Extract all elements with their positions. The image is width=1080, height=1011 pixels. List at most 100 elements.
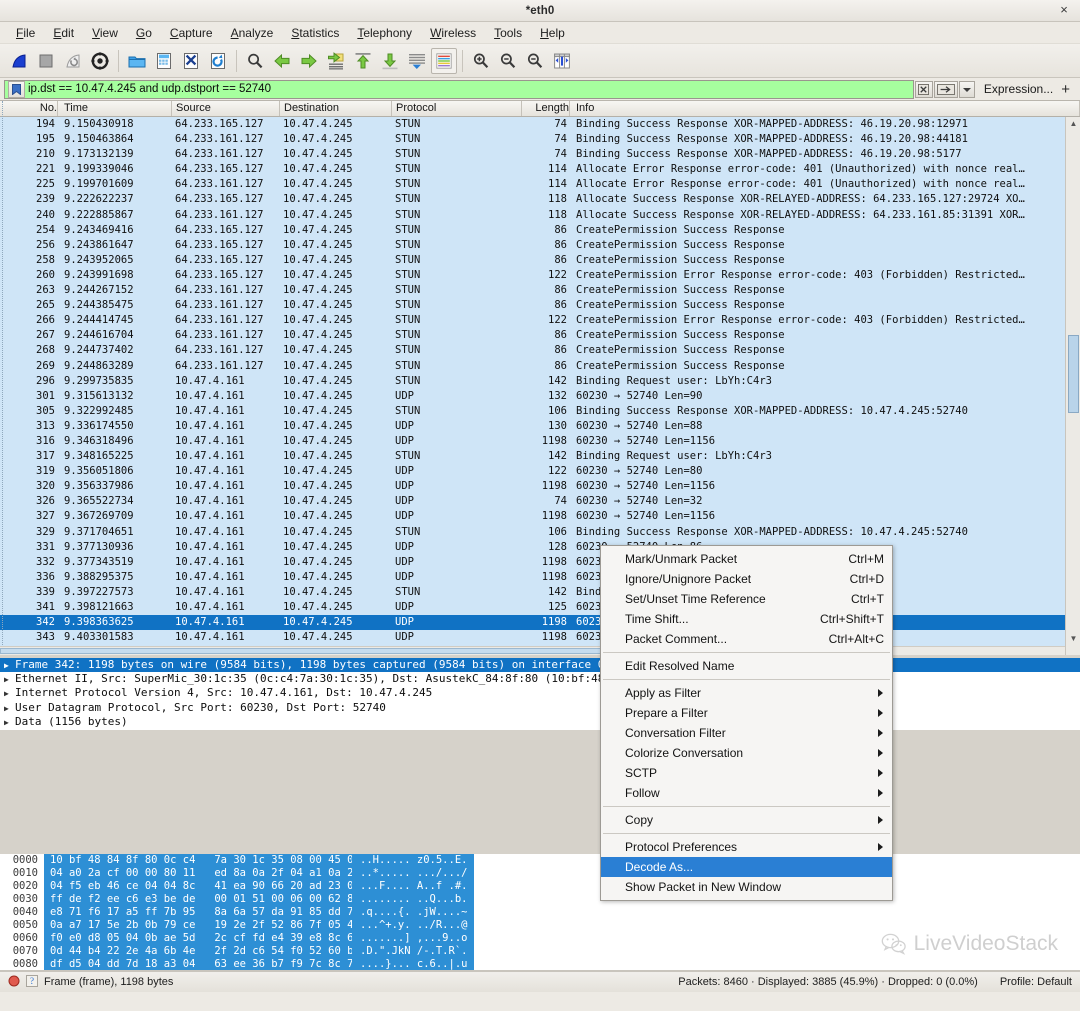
close-file-icon[interactable] — [178, 48, 204, 74]
clear-filter-icon[interactable] — [914, 80, 933, 98]
hexdump-row[interactable]: 0020 04 f5 eb 46 ce 04 04 8c 41 ea 90 66 … — [0, 880, 1080, 893]
scrollbar-thumb[interactable] — [1068, 335, 1079, 413]
packet-row[interactable]: 267 9.244616704 64.233.161.127 10.47.4.245 S… — [0, 328, 1080, 344]
packet-row[interactable]: 316 9.346318496 10.47.4.161 10.47.4.245 UDP 1… — [0, 433, 1080, 450]
packet-list-body[interactable]: 194 9.150430918 64.233.165.127 10.47.4.245 S… — [0, 117, 1080, 655]
capture-file-comment-icon[interactable]: ? — [26, 974, 38, 990]
capture-options-icon[interactable] — [87, 48, 113, 74]
context-menu-item-edit-resolved-name[interactable]: Edit Resolved Name — [601, 656, 892, 676]
packet-row[interactable]: 331 9.377130936 10.47.4.161 10.47.4.245 UDP 1… — [0, 539, 1080, 555]
menu-analyze[interactable]: Analyze — [222, 24, 283, 42]
hexdump-row[interactable]: 0000 10 bf 48 84 8f 80 0c c4 7a 30 1c 35 … — [0, 854, 1080, 867]
context-menu-item-conversation-filter[interactable]: Conversation Filter — [601, 723, 892, 743]
packet-row[interactable]: 296 9.299735835 10.47.4.161 10.47.4.245 STUN… — [0, 373, 1080, 389]
display-filter-input[interactable]: ip.dst == 10.47.4.245 and udp.dstport ==… — [4, 79, 914, 99]
packet-row[interactable]: 327 9.367269709 10.47.4.161 10.47.4.245 UDP 1… — [0, 509, 1080, 525]
chevron-down-icon[interactable] — [958, 80, 975, 98]
detail-row[interactable]: ▶ Data (1156 bytes) — [0, 715, 1080, 729]
context-menu-item-show-packet-in-new-window[interactable]: Show Packet in New Window — [601, 877, 892, 897]
packet-row[interactable]: 263 9.244267152 64.233.161.127 10.47.4.245 S… — [0, 283, 1080, 299]
expert-info-icon[interactable] — [8, 975, 20, 990]
packet-row[interactable]: 260 9.243991698 64.233.165.127 10.47.4.245 S… — [0, 267, 1080, 284]
go-back-icon[interactable] — [269, 48, 295, 74]
go-to-last-packet-icon[interactable] — [377, 48, 403, 74]
column-header-time[interactable]: Time — [58, 101, 172, 116]
profile-label[interactable]: Profile: Default — [1000, 976, 1072, 988]
apply-filter-icon[interactable] — [933, 80, 958, 98]
packet-row[interactable]: 258 9.243952065 64.233.165.127 10.47.4.245 S… — [0, 252, 1080, 268]
packet-row[interactable]: 342 9.398363625 10.47.4.161 10.47.4.245 UDP 1… — [0, 615, 1080, 631]
menu-tools[interactable]: Tools — [485, 24, 531, 42]
menu-help[interactable]: Help — [531, 24, 574, 42]
stop-capture-icon[interactable] — [33, 48, 59, 74]
resize-columns-icon[interactable] — [549, 48, 575, 74]
expand-triangle-icon[interactable]: ▶ — [4, 673, 15, 687]
packet-row[interactable]: 319 9.356051806 10.47.4.161 10.47.4.245 UDP 1… — [0, 464, 1080, 480]
packet-row[interactable]: 301 9.315613132 10.47.4.161 10.47.4.245 UDP 1… — [0, 388, 1080, 404]
detail-row[interactable]: ▶ Frame 342: 1198 bytes on wire (9584 bit… — [0, 658, 1080, 673]
packet-row[interactable]: 266 9.244414745 64.233.161.127 10.47.4.245 S… — [0, 313, 1080, 329]
bookmark-icon[interactable] — [8, 80, 25, 98]
context-menu-item-apply-as-filter[interactable]: Apply as Filter — [601, 683, 892, 703]
context-menu-item-decode-as[interactable]: Decode As... — [601, 857, 892, 877]
scroll-down-icon[interactable]: ▼ — [1067, 632, 1080, 645]
scrollbar-thumb[interactable] — [0, 648, 640, 654]
zoom-in-icon[interactable] — [468, 48, 494, 74]
context-menu-item-mark-unmark-packet[interactable]: Mark/Unmark Packet Ctrl+M — [601, 549, 892, 569]
column-header-length[interactable]: Length — [522, 101, 570, 116]
context-menu-item-colorize-conversation[interactable]: Colorize Conversation — [601, 743, 892, 763]
packet-row[interactable]: 317 9.348165225 10.47.4.161 10.47.4.245 STUN… — [0, 449, 1080, 465]
go-forward-icon[interactable] — [296, 48, 322, 74]
packet-row[interactable]: 313 9.336174550 10.47.4.161 10.47.4.245 UDP 1… — [0, 418, 1080, 434]
menu-capture[interactable]: Capture — [161, 24, 222, 42]
packet-bytes-rows[interactable]: 0000 10 bf 48 84 8f 80 0c c4 7a 30 1c 35 … — [0, 854, 1080, 970]
start-capture-icon[interactable] — [6, 48, 32, 74]
packet-row[interactable]: 336 9.388295375 10.47.4.161 10.47.4.245 UDP 1… — [0, 569, 1080, 585]
packet-row[interactable]: 194 9.150430918 64.233.165.127 10.47.4.245 S… — [0, 117, 1080, 133]
packet-details-tree[interactable]: ▶ Frame 342: 1198 bytes on wire (9584 bit… — [0, 658, 1080, 729]
hexdump-row[interactable]: 0060 f0 e0 d8 05 04 0b ae 5d 2c cf fd e4 … — [0, 932, 1080, 945]
context-menu-item-time-shift[interactable]: Time Shift... Ctrl+Shift+T — [601, 609, 892, 629]
context-menu-item-copy[interactable]: Copy — [601, 810, 892, 830]
menu-wireless[interactable]: Wireless — [421, 24, 485, 42]
expand-triangle-icon[interactable]: ▶ — [4, 716, 15, 730]
packet-row[interactable]: 210 9.173132139 64.233.161.127 10.47.4.245 S… — [0, 147, 1080, 163]
reload-icon[interactable] — [205, 48, 231, 74]
packet-row[interactable]: 305 9.322992485 10.47.4.161 10.47.4.245 STUN… — [0, 403, 1080, 419]
column-header-no[interactable]: No. — [0, 101, 58, 116]
hexdump-row[interactable]: 0080 df d5 04 dd 7d 18 a3 04 63 ee 36 b7 … — [0, 958, 1080, 970]
context-menu-item-prepare-a-filter[interactable]: Prepare a Filter — [601, 703, 892, 723]
detail-row[interactable]: ▶ User Datagram Protocol, Src Port: 60230… — [0, 701, 1080, 715]
hexdump-row[interactable]: 0070 0d 44 b4 22 2e 4a 6b 4e 2f 2d c6 54 … — [0, 945, 1080, 958]
expand-triangle-icon[interactable]: ▶ — [4, 659, 15, 673]
restart-capture-icon[interactable] — [60, 48, 86, 74]
menu-statistics[interactable]: Statistics — [282, 24, 348, 42]
colorize-icon[interactable] — [431, 47, 457, 74]
packet-row[interactable]: 341 9.398121663 10.47.4.161 10.47.4.245 UDP 1… — [0, 600, 1080, 616]
save-file-icon[interactable] — [151, 48, 177, 74]
column-header-source[interactable]: Source — [172, 101, 280, 116]
filter-expression-button[interactable]: Expression... — [984, 82, 1053, 96]
packet-context-menu[interactable]: Mark/Unmark Packet Ctrl+M Ignore/Unignore … — [600, 545, 893, 901]
scroll-up-icon[interactable]: ▲ — [1067, 117, 1080, 130]
hexdump-row[interactable]: 0030 ff de f2 ee c6 e3 be de 00 01 51 00 … — [0, 893, 1080, 906]
go-to-first-packet-icon[interactable] — [350, 48, 376, 74]
context-menu-item-protocol-preferences[interactable]: Protocol Preferences — [601, 837, 892, 857]
column-header-protocol[interactable]: Protocol — [392, 101, 522, 116]
packet-row[interactable]: 326 9.365522734 10.47.4.161 10.47.4.245 UDP 7… — [0, 494, 1080, 510]
menu-telephony[interactable]: Telephony — [348, 24, 421, 42]
packet-row[interactable]: 254 9.243469416 64.233.165.127 10.47.4.245 S… — [0, 222, 1080, 238]
packet-row[interactable]: 240 9.222885867 64.233.161.127 10.47.4.245 S… — [0, 207, 1080, 223]
packet-row[interactable]: 332 9.377343519 10.47.4.161 10.47.4.245 UDP 1… — [0, 554, 1080, 570]
packet-row[interactable]: 343 9.403301583 10.47.4.161 10.47.4.245 UDP 1… — [0, 630, 1080, 646]
detail-row[interactable]: ▶ Internet Protocol Version 4, Src: 10.47… — [0, 686, 1080, 700]
find-packet-icon[interactable] — [242, 48, 268, 74]
expand-triangle-icon[interactable]: ▶ — [4, 687, 15, 701]
go-to-packet-icon[interactable] — [323, 48, 349, 74]
context-menu-item-packet-comment[interactable]: Packet Comment... Ctrl+Alt+C — [601, 629, 892, 649]
detail-row[interactable]: ▶ Ethernet II, Src: SuperMic_30:1c:35 (0c… — [0, 672, 1080, 686]
packet-list-horizontal-scrollbar[interactable] — [0, 646, 1065, 655]
packet-row[interactable]: 329 9.371704651 10.47.4.161 10.47.4.245 STUN… — [0, 524, 1080, 540]
menu-go[interactable]: Go — [127, 24, 161, 42]
hexdump-row[interactable]: 0040 e8 71 f6 17 a5 ff 7b 95 8a 6a 57 da … — [0, 906, 1080, 919]
